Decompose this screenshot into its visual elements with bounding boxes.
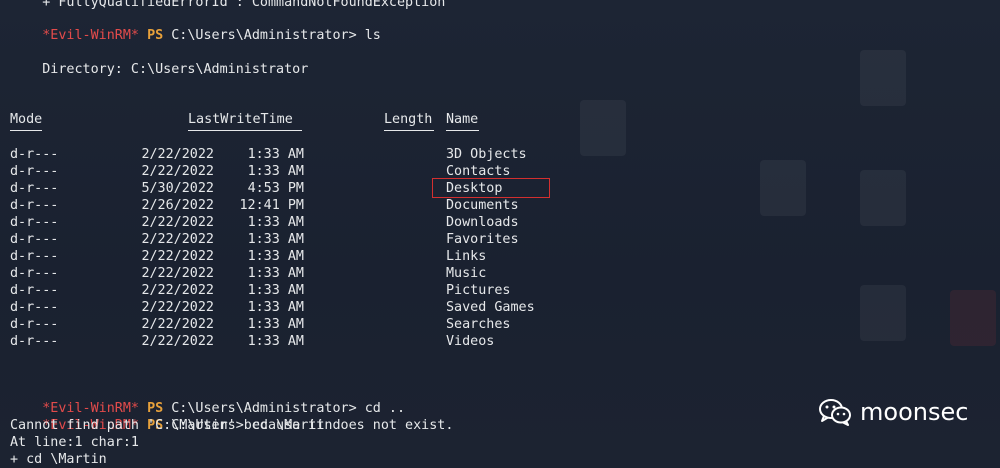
row-mode: d-r--- <box>10 215 59 230</box>
row-name: Favorites <box>446 232 519 247</box>
error-line: Cannot find path 'C:\Martin' because it … <box>10 418 454 433</box>
row-name: Videos <box>446 334 495 349</box>
row-date: 2/22/2022 <box>141 266 214 281</box>
row-name: Music <box>446 266 487 281</box>
row-mode: d-r--- <box>10 198 59 213</box>
header-name: Name <box>446 112 479 127</box>
header-mode: Mode <box>10 112 43 127</box>
command-text: C:\Users\Administrator> ls <box>171 28 381 43</box>
row-date: 5/30/2022 <box>141 181 214 196</box>
row-date: 2/22/2022 <box>141 147 214 162</box>
row-mode: d-r--- <box>10 181 59 196</box>
prompt-line: *Evil-WinRM* PS C:\Users> cd \Martin <box>10 400 332 433</box>
header-underline <box>188 130 302 131</box>
row-name: Searches <box>446 317 511 332</box>
row-time: 1:33 AM <box>247 317 304 332</box>
row-mode: d-r--- <box>10 232 59 247</box>
header-underline <box>446 130 479 131</box>
row-mode: d-r--- <box>10 266 59 281</box>
row-mode: d-r--- <box>10 283 59 298</box>
directory-line: Directory: C:\Users\Administrator <box>10 62 309 77</box>
row-mode: d-r--- <box>10 300 59 315</box>
prompt-ps: PS <box>147 28 164 43</box>
error-line: At line:1 char:1 <box>10 435 139 450</box>
row-time: 1:33 AM <box>247 283 304 298</box>
desktop-highlight-box <box>432 178 550 198</box>
row-time: 4:53 PM <box>247 181 304 196</box>
row-time: 12:41 PM <box>239 198 305 213</box>
prompt-tag: *Evil-WinRM* <box>42 28 139 43</box>
row-date: 2/22/2022 <box>141 283 214 298</box>
row-time: 1:33 AM <box>247 334 304 349</box>
row-date: 2/22/2022 <box>141 249 214 264</box>
watermark: moonsec <box>818 398 968 426</box>
row-name: 3D Objects <box>446 147 527 162</box>
row-name: Downloads <box>446 215 519 230</box>
wechat-icon <box>819 399 851 426</box>
header-underline <box>384 130 434 131</box>
row-time: 1:33 AM <box>247 232 304 247</box>
row-time: 1:33 AM <box>247 164 304 179</box>
row-date: 2/22/2022 <box>141 317 214 332</box>
watermark-text: moonsec <box>860 398 969 426</box>
row-date: 2/26/2022 <box>141 198 214 213</box>
row-time: 1:33 AM <box>247 249 304 264</box>
terminal-window[interactable]: + FullyQualifiedErrorId : CommandNotFoun… <box>0 0 1000 467</box>
row-mode: d-r--- <box>10 164 59 179</box>
row-time: 1:33 AM <box>247 300 304 315</box>
row-date: 2/22/2022 <box>141 300 214 315</box>
row-name: Pictures <box>446 283 511 298</box>
prompt-line: *Evil-WinRM* PS C:\Users\Administrator> … <box>10 383 405 416</box>
row-name: Documents <box>446 198 519 213</box>
row-name: Links <box>446 249 487 264</box>
row-time: 1:33 AM <box>247 215 304 230</box>
row-date: 2/22/2022 <box>141 334 214 349</box>
row-time: 1:33 AM <box>247 266 304 281</box>
row-mode: d-r--- <box>10 317 59 332</box>
row-date: 2/22/2022 <box>141 215 214 230</box>
row-mode: d-r--- <box>10 147 59 162</box>
row-mode: d-r--- <box>10 249 59 264</box>
row-date: 2/22/2022 <box>141 164 214 179</box>
row-mode: d-r--- <box>10 334 59 349</box>
header-underline <box>10 130 42 131</box>
prompt-line: *Evil-WinRM* PS C:\Users\Administrator> … <box>10 10 381 43</box>
header-length: Length <box>384 112 433 127</box>
header-lastwritetime: LastWriteTime <box>188 112 293 127</box>
row-name: Saved Games <box>446 300 535 315</box>
row-date: 2/22/2022 <box>141 232 214 247</box>
row-time: 1:33 AM <box>247 147 304 162</box>
